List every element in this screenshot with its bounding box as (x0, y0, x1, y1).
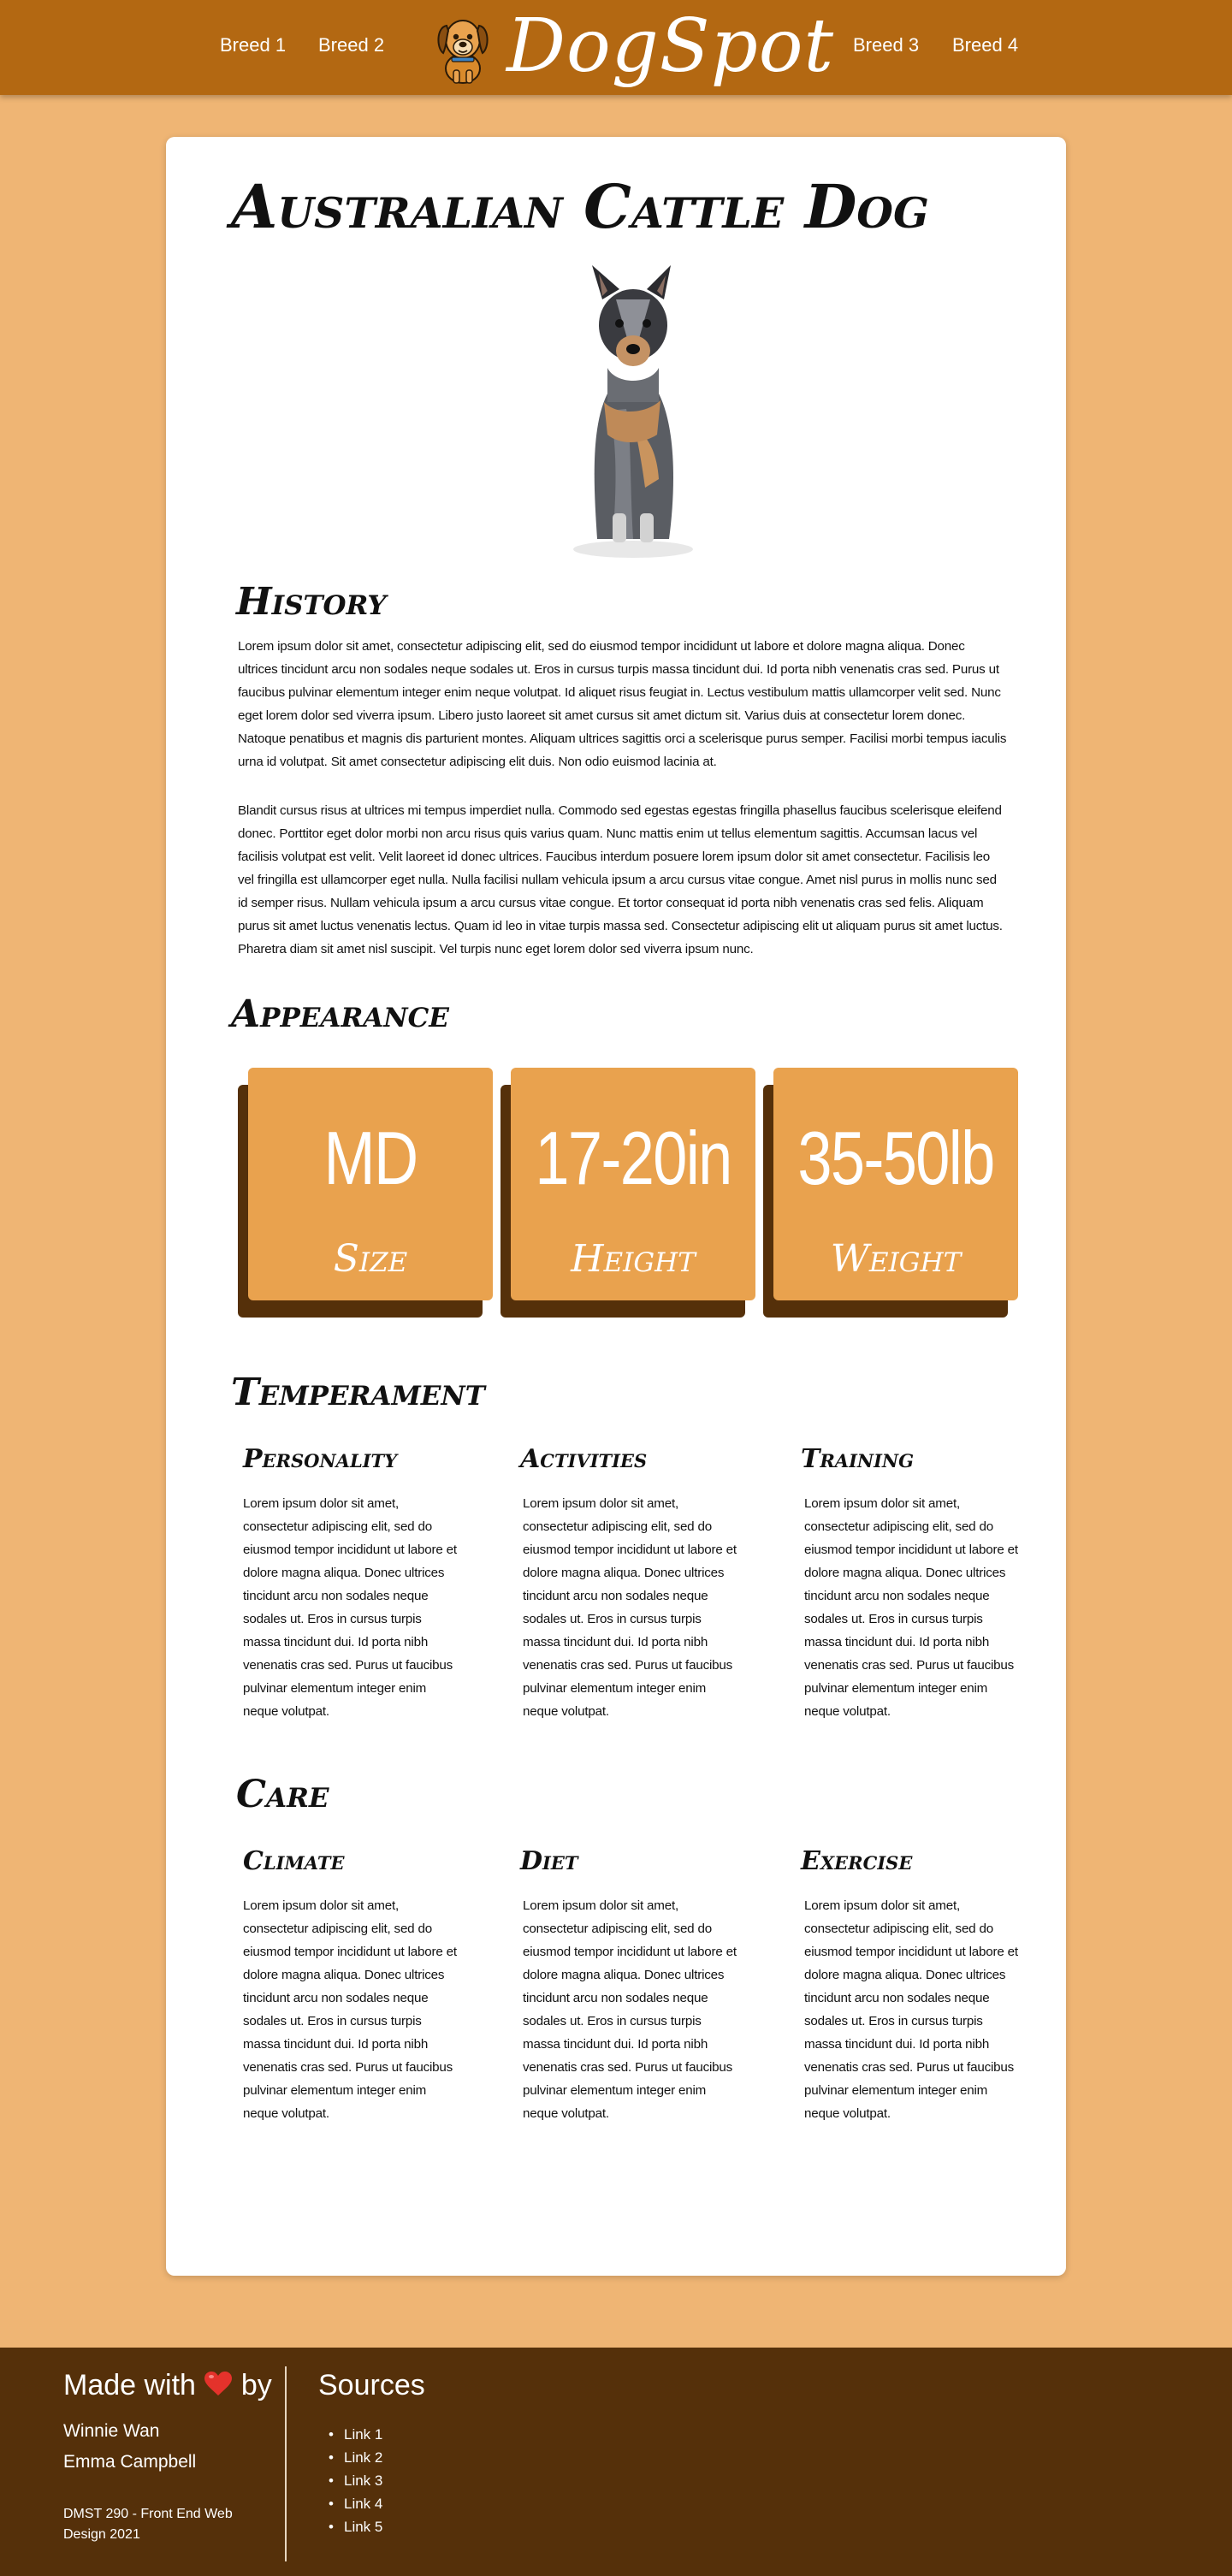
activities-heading: Activities (520, 1444, 648, 1474)
diet-heading: Diet (520, 1846, 578, 1876)
top-navbar: Breed 1 Breed 2 DogSpot Breed 3 Breed 4 (0, 0, 1232, 95)
activities-text: Lorem ipsum dolor sit amet, consectetur … (523, 1496, 737, 1719)
by-text: by (240, 2369, 272, 2401)
sources-list: Link 1 Link 2 Link 3 Link 4 Link 5 (322, 2423, 382, 2538)
stat-card-weight: 35-50lb Weight (763, 1068, 1018, 1318)
site-footer: Made with by Winnie Wan Emma Campbell DM… (0, 2348, 1232, 2576)
personality-heading: Personality (243, 1444, 398, 1474)
stat-value: 17-20in (535, 1116, 732, 1200)
nav-link-breed-3[interactable]: Breed 3 (853, 34, 919, 56)
appearance-heading: Appearance (231, 992, 449, 1036)
source-link[interactable]: Link 4 (322, 2492, 382, 2515)
stat-card-size: MD Size (238, 1068, 493, 1318)
training-heading: Training (801, 1444, 915, 1474)
care-heading: Care (236, 1773, 329, 1816)
training-text: Lorem ipsum dolor sit amet, consectetur … (804, 1496, 1018, 1719)
sources-heading: Sources (318, 2369, 425, 2401)
exercise-text: Lorem ipsum dolor sit amet, consectetur … (804, 1898, 1018, 2121)
nav-link-breed-1[interactable]: Breed 1 (220, 34, 286, 56)
exercise-heading: Exercise (801, 1846, 913, 1876)
source-link[interactable]: Link 3 (322, 2469, 382, 2492)
temperament-heading: Temperament (231, 1371, 485, 1414)
nav-link-breed-2[interactable]: Breed 2 (318, 34, 384, 56)
made-with-heading: Made with by (63, 2366, 272, 2404)
stat-value: MD (323, 1116, 419, 1200)
nav-link-breed-4[interactable]: Breed 4 (952, 34, 1018, 56)
stat-label: Weight (830, 1237, 962, 1281)
stat-card-box: 35-50lb Weight (773, 1068, 1018, 1300)
dog-photo (573, 265, 693, 558)
climate-heading: Climate (243, 1846, 345, 1876)
source-link[interactable]: Link 2 (322, 2446, 382, 2469)
author-name: Winnie Wan (63, 2421, 160, 2441)
stat-card-box: MD Size (248, 1068, 493, 1300)
personality-text: Lorem ipsum dolor sit amet, consectetur … (243, 1496, 457, 1719)
diet-text: Lorem ipsum dolor sit amet, consectetur … (523, 1898, 737, 2121)
stat-card-height: 17-20in Height (500, 1068, 755, 1318)
history-paragraph-2: Blandit cursus risus at ultrices mi temp… (238, 803, 1003, 956)
made-with-text: Made with (63, 2369, 196, 2401)
footer-divider (285, 2366, 287, 2561)
stat-card-box: 17-20in Height (511, 1068, 755, 1300)
heart-icon (204, 2372, 233, 2395)
climate-text: Lorem ipsum dolor sit amet, consectetur … (243, 1898, 457, 2121)
stat-value: 35-50lb (797, 1116, 995, 1200)
history-paragraph-1: Lorem ipsum dolor sit amet, consectetur … (238, 639, 1007, 769)
history-heading: History (236, 580, 387, 624)
stat-label: Height (571, 1237, 696, 1281)
stat-label: Size (333, 1237, 408, 1281)
source-link[interactable]: Link 1 (322, 2423, 382, 2446)
dog-face-icon[interactable] (433, 10, 493, 84)
brand-logo-text[interactable]: DogSpot (506, 3, 834, 89)
source-link[interactable]: Link 5 (322, 2515, 382, 2538)
author-name: Emma Campbell (63, 2452, 197, 2472)
page-title: Australian Cattle Dog (231, 171, 929, 242)
course-credit: DMST 290 - Front End Web Design 2021 (63, 2507, 233, 2542)
breed-card: Australian Cattle Dog History Lorem ipsu… (166, 137, 1066, 2276)
